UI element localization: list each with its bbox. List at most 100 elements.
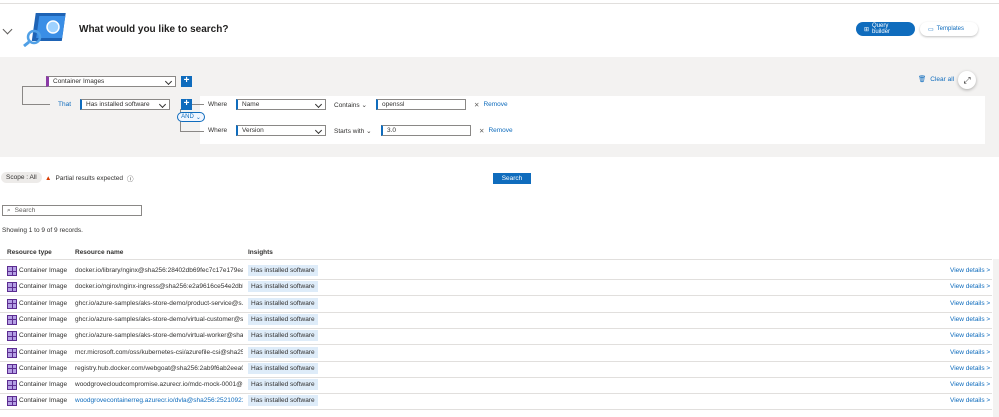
resource-type-cell: Container Image: [19, 348, 68, 356]
resource-type-cell: Container Image: [19, 267, 68, 274]
chevron-down-icon: ⌄: [195, 114, 201, 121]
search-input[interactable]: ⌕ Search: [2, 205, 142, 216]
view-details-link[interactable]: View details >: [950, 332, 990, 339]
query-builder-button[interactable]: ⊞ Query builder: [856, 22, 915, 36]
table-row[interactable]: Container Image mcr.microsoft.com/oss/kub…: [0, 345, 992, 362]
container-image-icon: [7, 396, 17, 407]
search-icon: ⌕: [7, 206, 11, 214]
warning-icon: ▲: [45, 174, 52, 182]
field-value: Name: [242, 101, 260, 108]
table-row[interactable]: Container Image ghcr.io/azure-samples/aks…: [0, 312, 992, 329]
view-details-link[interactable]: View details >: [950, 349, 990, 356]
connector-line: [192, 104, 204, 105]
container-image-icon: [7, 331, 17, 342]
view-details-link[interactable]: View details >: [950, 283, 990, 290]
scrollbar[interactable]: [993, 259, 999, 417]
resource-type-cell: Container Image: [19, 283, 68, 291]
container-image-icon: [7, 314, 17, 325]
insight-badge: Has installed software: [248, 265, 318, 276]
table-row[interactable]: Container Image docker.io/nginx/nginx-ing…: [0, 279, 992, 297]
clear-all-button[interactable]: 🗑 Clear all: [918, 75, 954, 84]
table-row[interactable]: Container Image woodgrovecloudcompromise.…: [0, 377, 992, 395]
add-subcondition-button[interactable]: +: [181, 99, 192, 110]
relation-value: Has installed software: [86, 101, 150, 108]
scope-badge[interactable]: Scope : All: [1, 172, 42, 183]
view-details-link[interactable]: View details >: [950, 365, 990, 372]
value-input[interactable]: 3.0: [381, 125, 471, 136]
header-divider: [0, 259, 992, 260]
connector-line: [22, 86, 47, 87]
where-label: Where: [208, 127, 228, 134]
resource-type-cell: Container Image: [19, 381, 68, 389]
query-builder-icon: ⊞: [864, 26, 870, 33]
partial-label: Partial results expected: [55, 174, 123, 182]
operator-value: Contains: [334, 102, 360, 109]
relation-dropdown[interactable]: Has installed software: [80, 99, 170, 110]
resource-type-value: Container Images: [53, 78, 105, 85]
value-input[interactable]: openssl: [376, 99, 466, 110]
resource-type-cell: Container Image: [19, 299, 68, 307]
connector-line: [22, 104, 50, 105]
resource-name-cell: ghcr.io/azure-samples/aks-store-demo/vir…: [75, 315, 243, 323]
insight-badge: Has installed software: [248, 281, 318, 293]
resource-name-cell: docker.io/nginx/nginx-ingress@sha256:e2a…: [75, 283, 243, 291]
resource-type-cell: Container Image: [19, 364, 68, 372]
connector-line: [180, 131, 204, 132]
insight-badge: Has installed software: [248, 362, 318, 374]
resource-type-cell: Container Image: [19, 397, 68, 405]
container-image-icon: [7, 380, 17, 391]
container-image-icon: [7, 347, 17, 358]
close-icon: ✕: [474, 102, 480, 109]
and-label: AND: [181, 114, 194, 120]
table-row[interactable]: Container Image registry.hub.docker.com/w…: [0, 361, 992, 378]
insight-badge: Has installed software: [248, 313, 318, 325]
table-row[interactable]: Container Image woodgrovecontainerreg.azu…: [0, 393, 992, 411]
insight-badge: Has installed software: [248, 346, 318, 358]
search-logo-icon: [22, 11, 70, 48]
collapse-chevron-icon[interactable]: [2, 24, 13, 35]
resource-type-dropdown[interactable]: Container Images: [46, 76, 176, 87]
table-row[interactable]: Container Image ghcr.io/azure-samples/aks…: [0, 328, 992, 346]
field-value: Version: [242, 127, 264, 134]
column-header-type[interactable]: Resource type: [7, 249, 52, 256]
view-details-link[interactable]: View details >: [950, 381, 990, 388]
records-count: Showing 1 to 9 of 9 records.: [2, 227, 83, 234]
view-details-link[interactable]: View details >: [950, 300, 990, 307]
connector-line: [22, 86, 23, 104]
search-button[interactable]: Search: [493, 173, 531, 184]
field-dropdown[interactable]: Version: [236, 125, 326, 136]
expand-icon[interactable]: ⤢: [958, 71, 976, 89]
resource-type-cell: Container Image: [19, 315, 68, 323]
operator-dropdown[interactable]: Starts with ⌄: [334, 127, 380, 135]
add-condition-button[interactable]: +: [181, 76, 192, 87]
container-image-icon: [7, 282, 17, 293]
view-details-link[interactable]: View details >: [950, 397, 990, 404]
resource-type-cell: Container Image: [19, 332, 68, 340]
top-divider: [0, 3, 999, 4]
container-image-icon: [7, 298, 17, 309]
remove-condition-button[interactable]: ✕ Remove: [479, 127, 513, 135]
container-image-icon: [7, 363, 17, 374]
resource-name-cell: docker.io/library/nginx@sha256:28402db69…: [75, 267, 243, 274]
insight-badge: Has installed software: [248, 395, 318, 407]
operator-value: Starts with: [334, 128, 365, 135]
and-operator-toggle[interactable]: AND ⌄: [177, 112, 205, 122]
search-placeholder: Search: [14, 207, 36, 214]
resource-name-cell[interactable]: woodgrovecontainerreg.azurecr.io/dvla@sh…: [75, 397, 243, 404]
templates-icon: ▭: [928, 26, 934, 33]
column-header-insights[interactable]: Insights: [248, 249, 273, 256]
field-dropdown[interactable]: Name: [236, 99, 326, 110]
query-builder-label: Query builder: [872, 23, 891, 35]
view-details-link[interactable]: View details >: [950, 267, 990, 274]
table-row[interactable]: Container Image ghcr.io/azure-samples/aks…: [0, 296, 992, 313]
remove-condition-button[interactable]: ✕ Remove: [474, 101, 508, 109]
table-row[interactable]: Container Image docker.io/library/nginx@s…: [0, 263, 992, 280]
column-header-name[interactable]: Resource name: [75, 249, 123, 256]
templates-label: Templates: [936, 26, 965, 32]
close-icon: ✕: [479, 128, 485, 135]
page-title: What would you like to search?: [79, 24, 229, 35]
info-icon[interactable]: ⓘ: [127, 173, 134, 183]
templates-button[interactable]: ▭ Templates: [920, 22, 978, 36]
operator-dropdown[interactable]: Contains ⌄: [334, 101, 370, 109]
view-details-link[interactable]: View details >: [950, 316, 990, 323]
